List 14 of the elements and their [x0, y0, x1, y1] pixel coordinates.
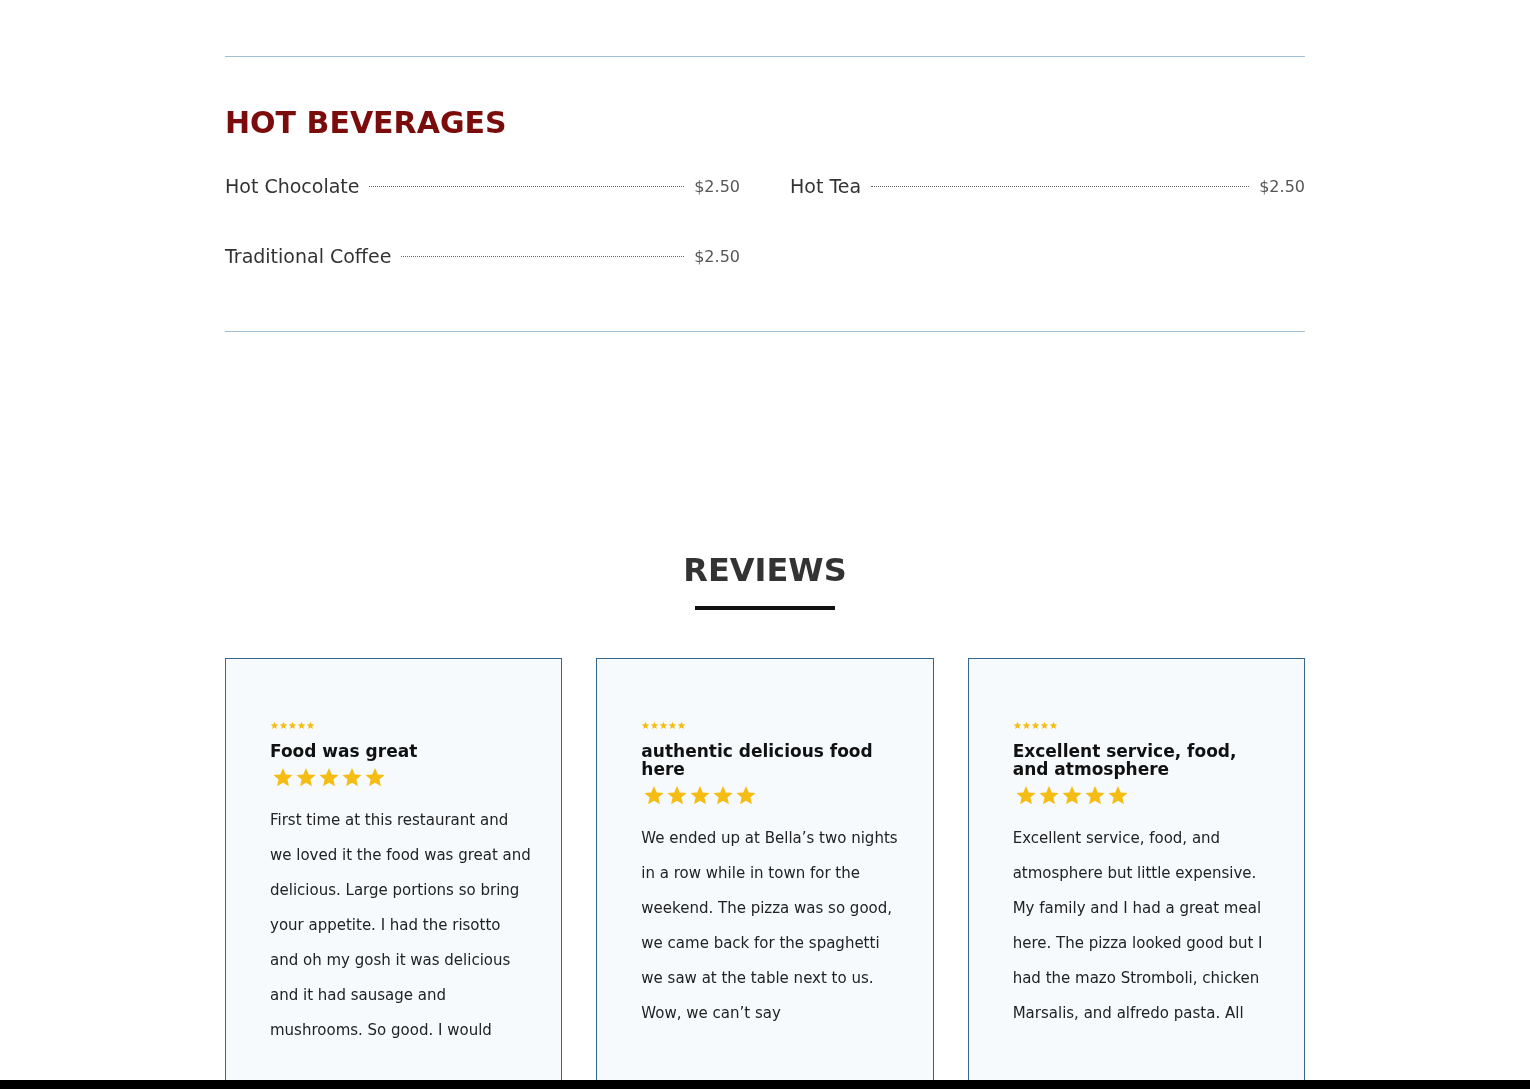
- review-text: Excellent service, food, and atmosphere but little expensive. My family and I had a great meal here. The pizza looked good but I had the mazo Stromboli, chicken Marsalis, and alfredo pasta. All: [1012, 828, 1264, 1024]
- review-title: authentic delicious food here: [641, 742, 874, 778]
- menu-item-price: $2.50: [694, 176, 740, 196]
- review-text: First time at this restaurant and we loved it the food was great and delicious. Large portions so bring your appetite. I had the risotto and oh my gosh it was delicious and it had sausage and mushrooms. So good. I would: [270, 810, 532, 1041]
- menu-item-price: $2.50: [694, 246, 740, 266]
- reviews-heading: REVIEWS: [683, 550, 847, 591]
- review-text: We ended up at Bella’s two nights in a row while in town for the weekend. The pizza was so good, we came back for the spaghetti we saw at the table next to us. Wow, we can’t say: [641, 828, 899, 1024]
- review-title: Food was great: [270, 742, 419, 760]
- menu-item-price: $2.50: [1259, 176, 1305, 196]
- menu-item-name: Hot Tea: [790, 175, 862, 197]
- menu-item-name: Traditional Coffee: [225, 245, 392, 267]
- section-heading: HOT BEVERAGES: [225, 104, 508, 142]
- menu-item-name: Hot Chocolate: [225, 175, 360, 197]
- review-title: Excellent service, food, and atmosphere: [1012, 742, 1238, 778]
